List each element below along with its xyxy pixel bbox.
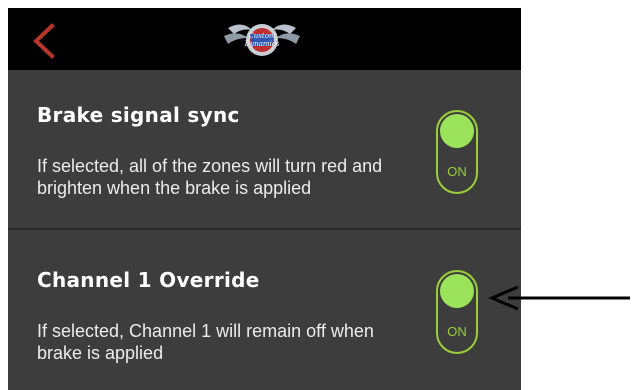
toggle-knob: [440, 114, 474, 148]
custom-dynamics-logo: Custom Dynamics: [224, 24, 300, 56]
toggle-label: ON: [447, 164, 467, 179]
app-screen: Custom Dynamics Brake signal sync If sel…: [8, 8, 521, 390]
brake-signal-sync-toggle[interactable]: ON: [436, 110, 478, 194]
logo-text-line2: Dynamics: [244, 40, 280, 48]
setting-title: Channel 1 Override: [37, 268, 260, 292]
top-bar: Custom Dynamics: [8, 8, 521, 70]
logo-text-line1: Custom: [248, 32, 275, 40]
annotation-arrow-icon: [488, 285, 630, 311]
back-chevron-icon[interactable]: [26, 22, 60, 60]
setting-title: Brake signal sync: [37, 103, 240, 127]
setting-row-channel-1-override: Channel 1 Override If selected, Channel …: [8, 228, 521, 390]
toggle-label: ON: [447, 324, 467, 339]
setting-row-brake-signal-sync: Brake signal sync If selected, all of th…: [8, 70, 521, 228]
setting-description: If selected, Channel 1 will remain off w…: [37, 321, 374, 363]
channel-1-override-toggle[interactable]: ON: [436, 270, 478, 354]
setting-description: If selected, all of the zones will turn …: [37, 156, 383, 198]
toggle-knob: [440, 274, 474, 308]
